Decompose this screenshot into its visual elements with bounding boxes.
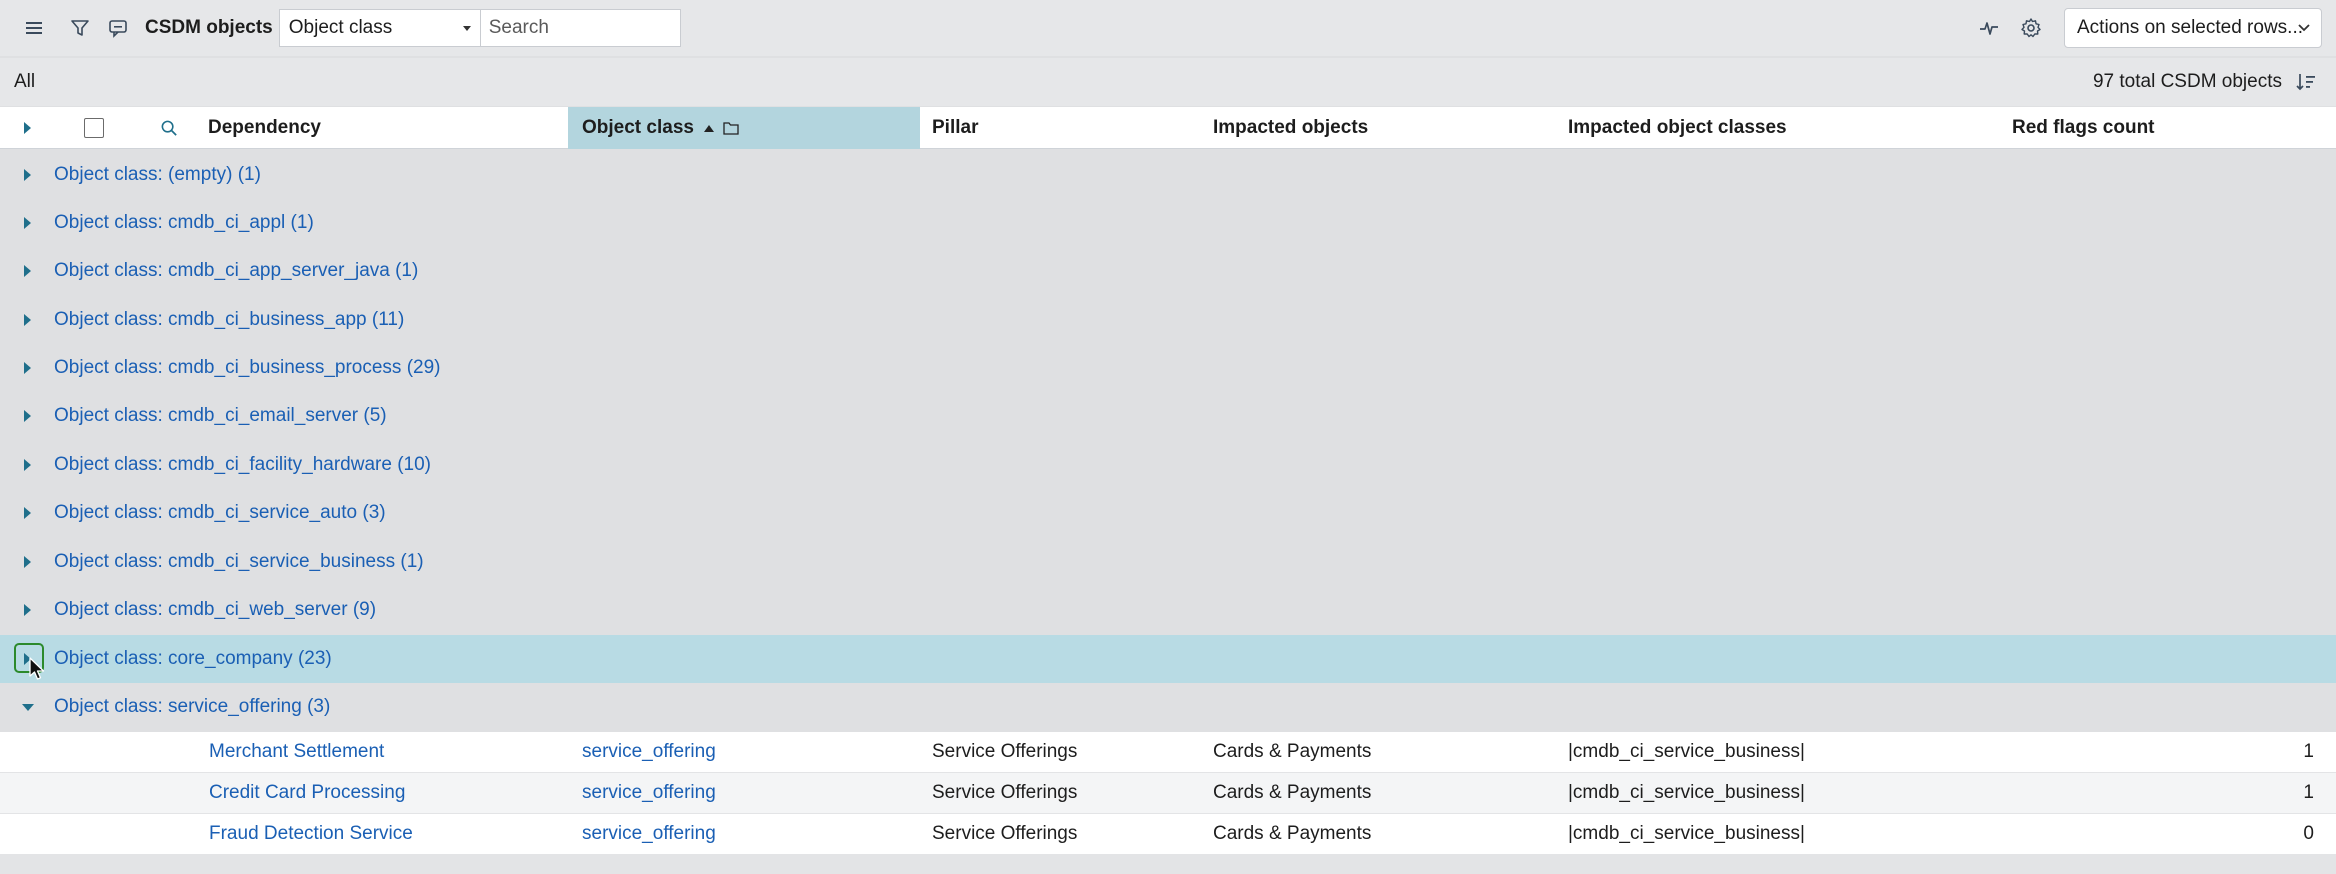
- caret-down-icon: [462, 26, 471, 31]
- red-flags-count-cell: 0: [2303, 823, 2314, 844]
- search-input[interactable]: [480, 9, 681, 47]
- toolbar-right: Actions on selected rows...: [1970, 8, 2336, 48]
- table-row[interactable]: Fraud Detection Service service_offering…: [0, 814, 2336, 855]
- column-header-red-flags-count[interactable]: Red flags count: [2012, 107, 2155, 149]
- list-context-menu-icon[interactable]: [99, 9, 137, 47]
- column-header-impacted-objects-label: Impacted objects: [1213, 117, 1369, 138]
- group-row[interactable]: Object class: cmdb_ci_service_business (…: [0, 538, 2336, 586]
- sort-order-icon[interactable]: [2294, 70, 2318, 94]
- breadcrumb[interactable]: All: [14, 71, 35, 93]
- group-label[interactable]: Object class: cmdb_ci_facility_hardware …: [54, 454, 431, 476]
- impacted-object-classes-cell: |cmdb_ci_service_business|: [1568, 782, 1805, 803]
- group-label[interactable]: Object class: cmdb_ci_service_business (…: [54, 551, 424, 573]
- object-class-link[interactable]: service_offering: [582, 732, 716, 772]
- expand-group-icon[interactable]: [24, 459, 31, 471]
- impacted-objects-cell: Cards & Payments: [1213, 823, 1372, 844]
- group-row-selected[interactable]: Object class: core_company (23): [0, 635, 2336, 683]
- group-label[interactable]: Object class: cmdb_ci_app_server_java (1…: [54, 260, 418, 282]
- expand-group-icon[interactable]: [24, 507, 31, 519]
- impacted-object-classes-cell: |cmdb_ci_service_business|: [1568, 741, 1805, 762]
- column-header-dependency-label: Dependency: [208, 117, 321, 138]
- group-row-expanded[interactable]: Object class: service_offering (3): [0, 683, 2336, 731]
- impacted-objects-cell: Cards & Payments: [1213, 782, 1372, 803]
- group-row[interactable]: Object class: cmdb_ci_app_server_java (1…: [0, 247, 2336, 295]
- column-header-red-flags-count-label: Red flags count: [2012, 117, 2155, 138]
- impacted-object-classes-cell: |cmdb_ci_service_business|: [1568, 823, 1805, 844]
- red-flags-count-cell: 1: [2303, 782, 2314, 803]
- dependency-link[interactable]: Merchant Settlement: [209, 732, 384, 772]
- expand-group-icon[interactable]: [24, 217, 31, 229]
- chevron-down-icon: [2298, 24, 2310, 32]
- group-label[interactable]: Object class: cmdb_ci_appl (1): [54, 212, 314, 234]
- list-title: CSDM objects: [145, 17, 273, 38]
- group-label[interactable]: Object class: cmdb_ci_email_server (5): [54, 405, 387, 427]
- group-label[interactable]: Object class: core_company (23): [54, 648, 332, 670]
- activity-pulse-icon[interactable]: [1970, 9, 2008, 47]
- group-label[interactable]: Object class: cmdb_ci_service_auto (3): [54, 502, 386, 524]
- pillar-cell: Service Offerings: [932, 741, 1078, 762]
- sort-ascending-icon: [703, 124, 714, 132]
- group-row[interactable]: Object class: cmdb_ci_business_app (11): [0, 296, 2336, 344]
- expand-group-icon[interactable]: [24, 169, 31, 181]
- group-row[interactable]: Object class: cmdb_ci_web_server (9): [0, 586, 2336, 634]
- column-header-dependency[interactable]: Dependency: [208, 107, 321, 149]
- expand-group-icon[interactable]: [24, 362, 31, 374]
- table-row[interactable]: Merchant Settlement service_offering Ser…: [0, 732, 2336, 773]
- group-by-folder-icon: [723, 122, 739, 135]
- search-field-select[interactable]: Object class: [278, 9, 481, 47]
- select-all-checkbox[interactable]: [84, 118, 104, 138]
- list-footer-spacer: [0, 855, 2336, 874]
- dependency-link[interactable]: Fraud Detection Service: [209, 814, 413, 854]
- column-header-object-class[interactable]: Object class: [568, 107, 920, 149]
- impacted-objects-cell: Cards & Payments: [1213, 741, 1372, 762]
- group-row[interactable]: Object class: cmdb_ci_facility_hardware …: [0, 441, 2336, 489]
- column-header-pillar[interactable]: Pillar: [932, 107, 978, 149]
- group-row[interactable]: Object class: cmdb_ci_service_auto (3): [0, 489, 2336, 537]
- object-class-link[interactable]: service_offering: [582, 773, 716, 813]
- column-header-object-class-label: Object class: [582, 117, 694, 138]
- actions-label: Actions on selected rows...: [2077, 17, 2303, 38]
- dependency-link[interactable]: Credit Card Processing: [209, 773, 405, 813]
- search-field-value: Object class: [288, 17, 393, 38]
- group-label[interactable]: Object class: cmdb_ci_business_process (…: [54, 357, 441, 379]
- object-class-link[interactable]: service_offering: [582, 814, 716, 854]
- list-toolbar: CSDM objects Object class Actions on sel…: [0, 0, 2336, 56]
- group-label[interactable]: Object class: cmdb_ci_web_server (9): [54, 599, 376, 621]
- group-row[interactable]: Object class: cmdb_ci_business_process (…: [0, 344, 2336, 392]
- column-header-impacted-object-classes-label: Impacted object classes: [1568, 117, 1787, 138]
- record-count: 97 total CSDM objects: [2092, 71, 2282, 92]
- red-flags-count-cell: 1: [2303, 741, 2314, 762]
- select-all-checkbox-cell[interactable]: [84, 107, 104, 149]
- table-row[interactable]: Credit Card Processing service_offering …: [0, 773, 2336, 814]
- expand-group-icon[interactable]: [24, 556, 31, 568]
- breadcrumb-bar: All 97 total CSDM objects: [0, 58, 2336, 106]
- expand-group-icon[interactable]: [24, 410, 31, 422]
- pillar-cell: Service Offerings: [932, 782, 1078, 803]
- column-header-pillar-label: Pillar: [932, 117, 979, 138]
- column-header-impacted-object-classes[interactable]: Impacted object classes: [1568, 107, 1787, 149]
- mouse-pointer-icon: [29, 657, 45, 680]
- hamburger-menu-icon[interactable]: [15, 9, 53, 47]
- column-header-row: Dependency Object class Pillar Impacted …: [0, 107, 2336, 149]
- pillar-cell: Service Offerings: [932, 823, 1078, 844]
- column-search-icon[interactable]: [160, 107, 179, 149]
- group-row[interactable]: Object class: cmdb_ci_appl (1): [0, 199, 2336, 247]
- collapse-group-icon[interactable]: [22, 704, 34, 711]
- expand-group-icon[interactable]: [24, 604, 31, 616]
- gear-icon[interactable]: [2012, 9, 2050, 47]
- actions-on-selected-rows-select[interactable]: Actions on selected rows...: [2064, 8, 2322, 48]
- group-label[interactable]: Object class: service_offering (3): [54, 696, 330, 718]
- column-header-impacted-objects[interactable]: Impacted objects: [1213, 107, 1368, 149]
- group-label[interactable]: Object class: (empty) (1): [54, 164, 261, 186]
- expand-group-icon[interactable]: [24, 265, 31, 277]
- group-row[interactable]: Object class: cmdb_ci_email_server (5): [0, 392, 2336, 440]
- expand-group-icon[interactable]: [24, 314, 31, 326]
- expand-all-icon[interactable]: [24, 107, 31, 149]
- group-label[interactable]: Object class: cmdb_ci_business_app (11): [54, 309, 404, 331]
- filter-icon[interactable]: [61, 9, 99, 47]
- group-row[interactable]: Object class: (empty) (1): [0, 151, 2336, 199]
